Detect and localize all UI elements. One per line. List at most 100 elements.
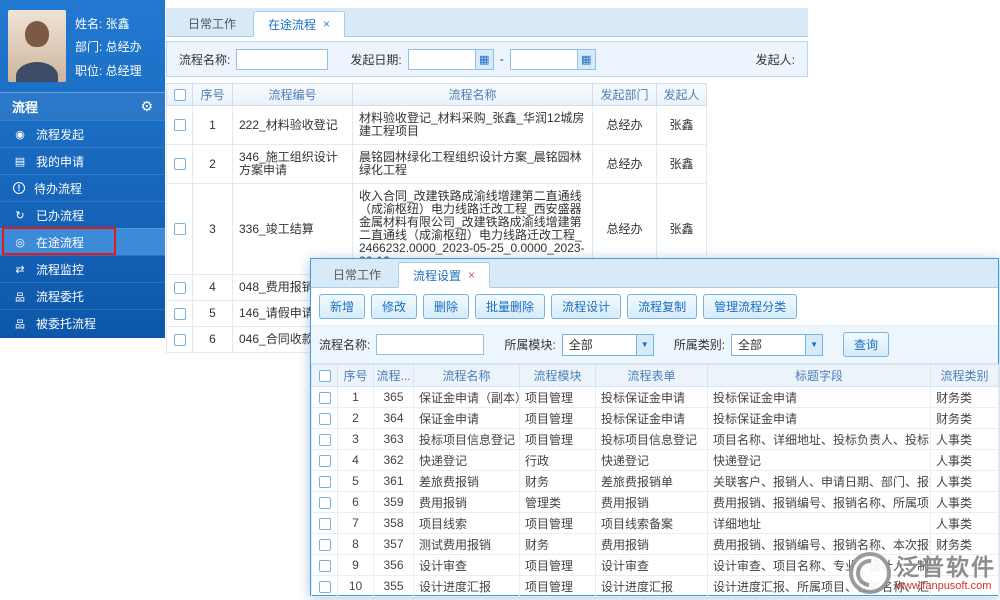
user-card: 姓名: 张鑫 部门: 总经办 职位: 总经理: [0, 0, 165, 92]
cell-dept: 总经办: [592, 105, 657, 145]
module-select[interactable]: 全部 ▼: [561, 333, 654, 356]
row-checkbox[interactable]: [318, 538, 331, 551]
cell-title_field: 投标保证金申请: [707, 386, 931, 408]
filter-bar: 流程名称: 所属模块: 全部 ▼ 所属类别: 全部 ▼ 查询: [311, 326, 998, 364]
sidebar-item-label: 被委托流程: [36, 316, 97, 331]
initiator-label: 发起人:: [755, 52, 795, 67]
tab-daily-work[interactable]: 日常工作: [319, 261, 395, 287]
cell-name: 保证金申请（副本）: [413, 386, 520, 408]
add-button[interactable]: 新增: [319, 294, 366, 319]
cell-name: 项目线索: [413, 512, 520, 534]
sidebar-item-process-start[interactable]: ◉ 流程发起: [0, 120, 165, 147]
row-checkbox[interactable]: [173, 119, 186, 132]
flow-design-button[interactable]: 流程设计: [551, 294, 622, 319]
cell-module: 项目管理: [519, 554, 596, 576]
row-checkbox[interactable]: [318, 475, 331, 488]
row-checkbox[interactable]: [318, 517, 331, 530]
sidebar-item-label: 在途流程: [36, 235, 85, 250]
row-checkbox[interactable]: [318, 391, 331, 404]
flow-name-input[interactable]: [236, 48, 329, 70]
tab-flow-settings[interactable]: 流程设置 ×: [398, 262, 491, 288]
row-checkbox[interactable]: [318, 433, 331, 446]
row-checkbox[interactable]: [318, 496, 331, 509]
table-row[interactable]: 1 222_材料验收登记 材料验收登记_材料采购_张鑫_华润12城房建工程项目 总经办…: [166, 105, 707, 145]
tab-label: 日常工作: [188, 16, 237, 31]
start-date-label: 发起日期:: [350, 52, 402, 67]
cell-no: 5: [192, 300, 233, 327]
cell-code: 355: [373, 575, 414, 597]
date-to-input[interactable]: [510, 49, 577, 69]
tab-daily-work[interactable]: 日常工作: [174, 10, 250, 36]
row-checkbox[interactable]: [318, 412, 331, 425]
cell-form: 设计进度汇报: [595, 575, 708, 597]
batch-delete-button[interactable]: 批量删除: [475, 294, 546, 319]
cell-code: 358: [373, 512, 414, 534]
table-row[interactable]: 2 364 保证金申请 项目管理 投标保证金申请 投标保证金申请 财务类: [311, 407, 999, 429]
gear-icon[interactable]: ⚙: [140, 98, 153, 115]
refresh-icon: ↻: [15, 209, 25, 222]
sidebar-section-header: 流程 ⚙: [0, 92, 165, 120]
delete-button[interactable]: 删除: [423, 294, 470, 319]
flow-copy-button[interactable]: 流程复制: [627, 294, 698, 319]
edit-button[interactable]: 修改: [371, 294, 418, 319]
table-row[interactable]: 4 362 快递登记 行政 快递登记 快递登记 人事类: [311, 449, 999, 471]
calendar-icon[interactable]: ▦: [474, 49, 493, 69]
cell-no: 2: [192, 144, 233, 184]
row-checkbox[interactable]: [318, 580, 331, 593]
calendar-icon[interactable]: ▦: [576, 49, 595, 69]
sidebar-item-my-applications[interactable]: ▤ 我的申请: [0, 147, 165, 174]
flow-settings-window: 日常工作 流程设置 × 新增 修改 删除 批量删除 流程设计 流程复制 管理流程…: [310, 258, 999, 597]
cell-code: 365: [373, 386, 414, 408]
cell-form: 投标保证金申请: [595, 386, 708, 408]
cell-form: 项目线索备案: [595, 512, 708, 534]
module-label: 所属模块:: [504, 338, 556, 352]
row-checkbox[interactable]: [173, 158, 186, 171]
flow-name-label: 流程名称:: [319, 338, 371, 352]
table-row[interactable]: 5361差旅费报销财务差旅费报销单关联客户、报销人、申请日期、部门、报销合计人事…: [311, 470, 999, 492]
cell-code: 363: [373, 428, 414, 450]
cell-no: 6: [192, 326, 233, 353]
table-row[interactable]: 7 358 项目线索 项目管理 项目线索备案 详细地址 人事类: [311, 512, 999, 534]
cell-no: 2: [337, 407, 374, 429]
table-row[interactable]: 2 346_施工组织设计方案申请 晨铭园林绿化工程组织设计方案_晨铭园林绿化工程 总经…: [166, 144, 707, 184]
cell-title_field: 项目名称、详细地址、投标负责人、投标日期: [707, 428, 931, 450]
cell-name: 投标项目信息登记: [413, 428, 520, 450]
sidebar-item-completed-flows[interactable]: ↻ 已办流程: [0, 201, 165, 228]
row-checkbox[interactable]: [173, 307, 186, 320]
cell-form: 费用报销: [595, 533, 708, 555]
sidebar-item-label: 已办流程: [36, 208, 85, 223]
search-button[interactable]: 查询: [843, 332, 890, 357]
sidebar-item-delegated-flows[interactable]: 品 被委托流程: [0, 309, 165, 336]
date-from-field: ▦: [407, 48, 494, 70]
table-row[interactable]: 1 365 保证金申请（副本） 项目管理 投标保证金申请 投标保证金申请 财务类: [311, 386, 999, 408]
flow-name-input[interactable]: [376, 334, 485, 355]
sidebar-item-inprocess-flows[interactable]: ◎ 在途流程: [0, 228, 165, 255]
sidebar-section-title: 流程: [12, 100, 39, 115]
cell-dept: 总经办: [592, 144, 657, 184]
row-checkbox[interactable]: [318, 559, 331, 572]
close-tab-icon[interactable]: ×: [468, 269, 475, 281]
tab-inprocess-flows[interactable]: 在途流程 ×: [253, 11, 346, 37]
cell-form: 快递登记: [595, 449, 708, 471]
select-all-checkbox[interactable]: [318, 370, 331, 383]
table-row[interactable]: 6 359 费用报销 管理类 费用报销 费用报销、报销编号、报销名称、所属项目 人事类: [311, 491, 999, 513]
cell-no: 10: [337, 575, 374, 597]
date-from-input[interactable]: [408, 49, 475, 69]
sidebar-item-pending-flows[interactable]: ! 待办流程: [0, 174, 165, 201]
select-all-checkbox[interactable]: [173, 89, 186, 102]
row-checkbox[interactable]: [173, 333, 186, 346]
close-tab-icon[interactable]: ×: [323, 18, 330, 30]
row-checkbox[interactable]: [318, 454, 331, 467]
category-select[interactable]: 全部 ▼: [731, 333, 824, 356]
table-row[interactable]: 3 363 投标项目信息登记 项目管理 投标项目信息登记 项目名称、详细地址、投标负责人、…: [311, 428, 999, 450]
user-name: 姓名: 张鑫: [75, 17, 130, 31]
sidebar-item-flow-delegate[interactable]: 品 流程委托: [0, 282, 165, 309]
sidebar-item-flow-monitor[interactable]: ⇄ 流程监控: [0, 255, 165, 282]
row-checkbox[interactable]: [173, 281, 186, 294]
sidebar-item-label: 流程发起: [36, 127, 85, 142]
watermark-url: www.fanpusoft.com: [896, 580, 992, 593]
row-checkbox[interactable]: [173, 223, 186, 236]
manage-category-button[interactable]: 管理流程分类: [703, 294, 798, 319]
cell-name: 保证金申请: [413, 407, 520, 429]
cell-initiator: 张鑫: [656, 105, 707, 145]
